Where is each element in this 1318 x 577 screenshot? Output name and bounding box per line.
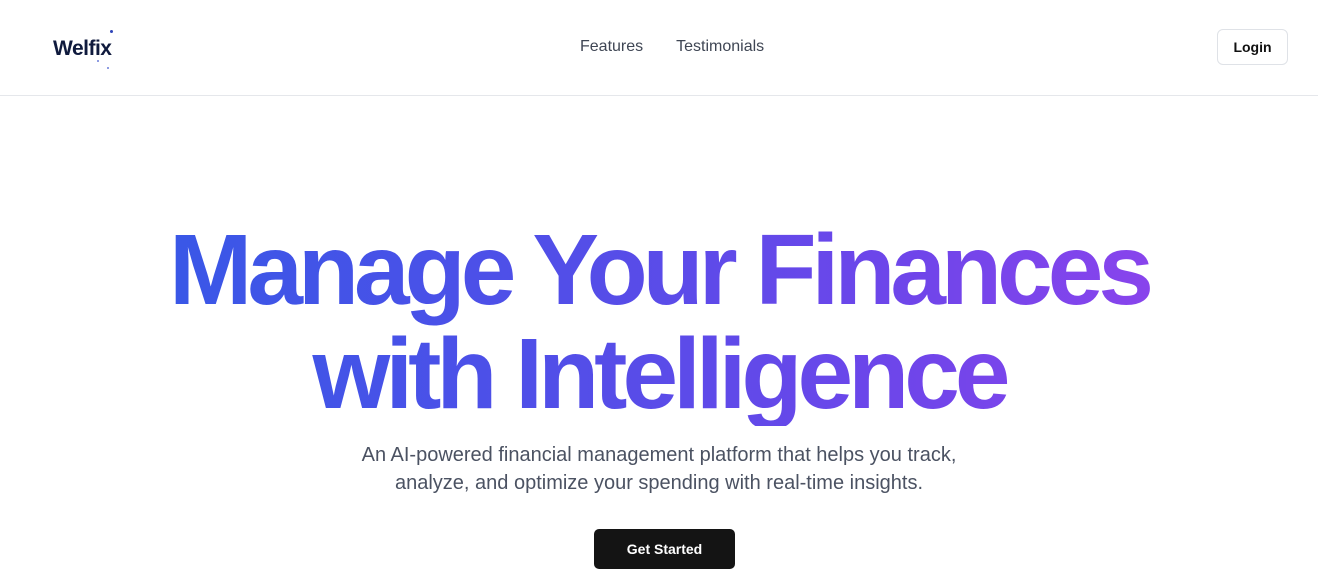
site-header: Welfix Features Testimonials Login <box>0 0 1318 96</box>
logo-dot-icon <box>97 60 99 62</box>
get-started-button[interactable]: Get Started <box>594 529 735 569</box>
logo-dot-icon <box>110 30 113 33</box>
landing-page: Welfix Features Testimonials Login Manag… <box>0 0 1318 577</box>
main-nav: Features Testimonials <box>580 36 764 58</box>
nav-link-testimonials[interactable]: Testimonials <box>676 36 764 58</box>
hero-title-line-2: with Intelligence <box>312 318 1006 430</box>
login-button[interactable]: Login <box>1217 29 1288 65</box>
hero-subtitle-line-2: analyze, and optimize your spending with… <box>394 472 924 494</box>
logo-dot-icon <box>107 67 109 69</box>
hero-subtitle-line-1: An AI-powered financial management platf… <box>361 444 957 466</box>
hero-title-line-1: Manage Your Finances <box>169 214 1149 326</box>
hero-subtitle: An AI-powered financial management platf… <box>0 441 1318 497</box>
logo[interactable]: Welfix <box>53 30 133 69</box>
hero-title: Manage Your Finances with Intelligence <box>0 218 1318 426</box>
nav-link-features[interactable]: Features <box>580 36 643 58</box>
logo-text: Welfix <box>53 37 112 60</box>
